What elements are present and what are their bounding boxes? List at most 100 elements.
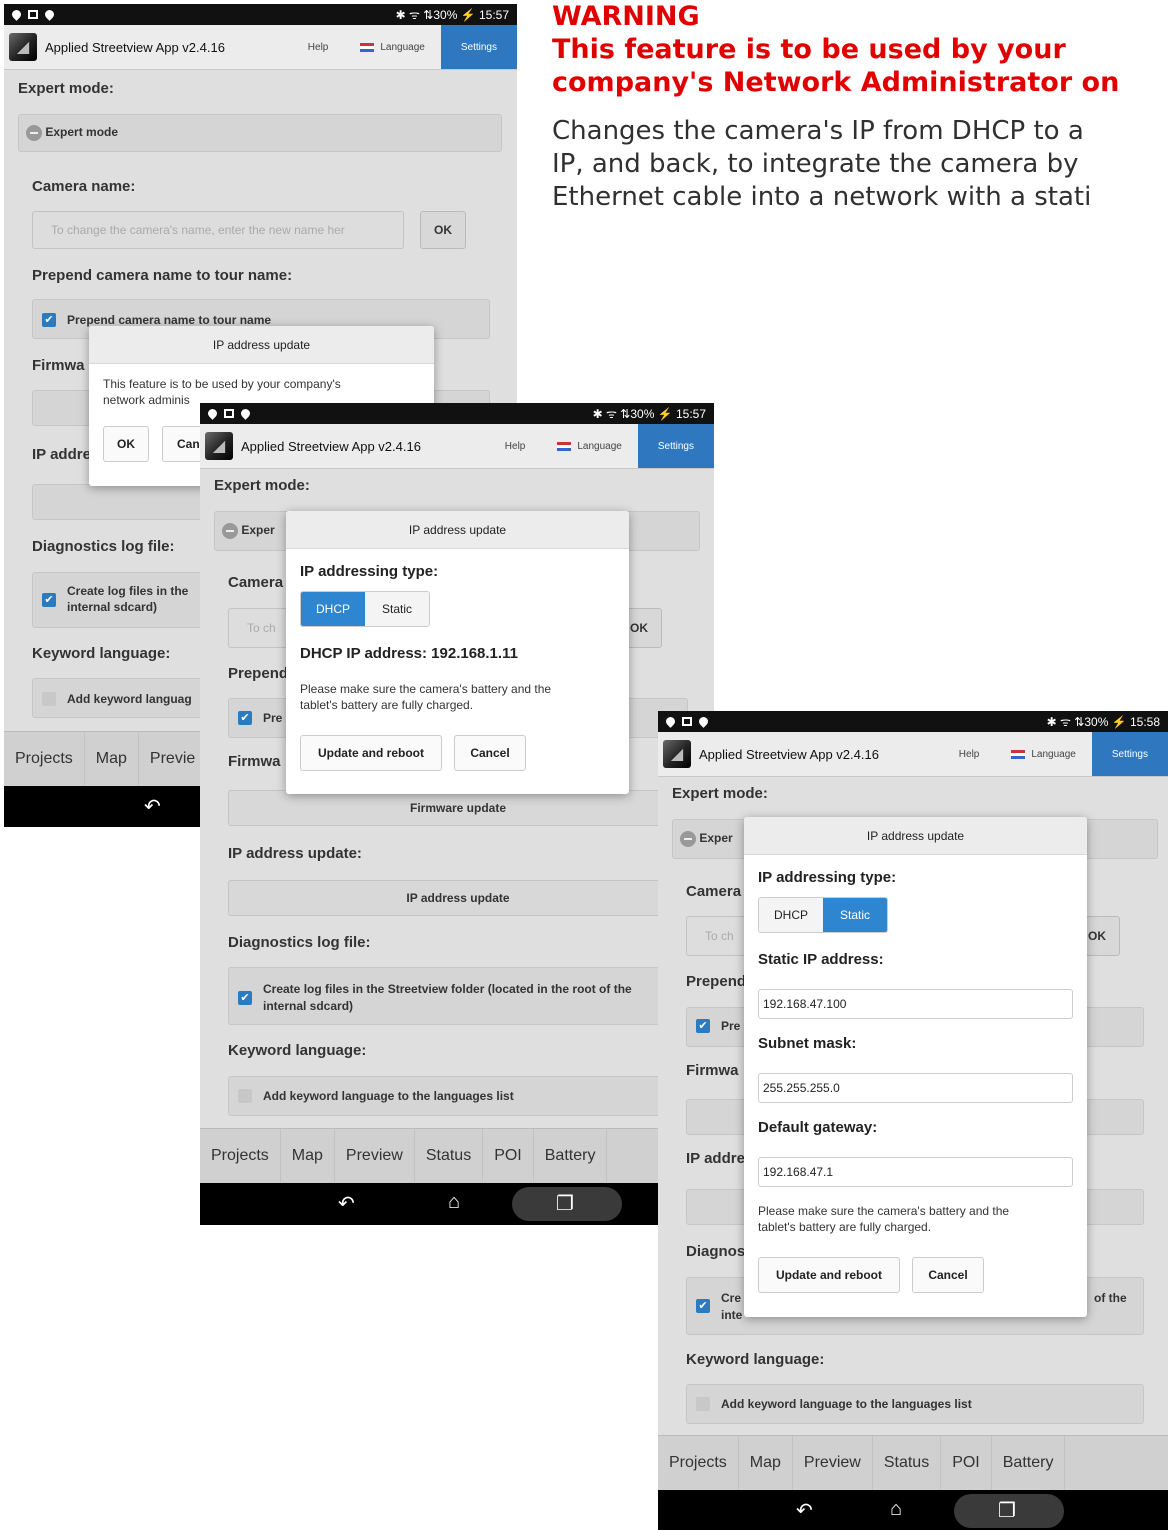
nav-preview[interactable]: Previe bbox=[139, 732, 208, 786]
recents-icon[interactable]: ❐ bbox=[998, 1498, 1016, 1523]
tab-language[interactable]: Language bbox=[541, 424, 638, 468]
app-title: Applied Streetview App v2.4.16 bbox=[241, 438, 421, 454]
prepend-checkbox[interactable]: ✔ bbox=[42, 313, 56, 327]
expert-mode-toggle-label: Expert mode bbox=[45, 125, 119, 140]
prepend-checkbox[interactable]: ✔ bbox=[238, 711, 252, 725]
nav-battery[interactable]: Battery bbox=[992, 1436, 1066, 1490]
dialog-note-2: tablet's battery are fully charged. bbox=[300, 698, 474, 712]
tab-language-label: Language bbox=[1031, 748, 1076, 760]
nav-status[interactable]: Status bbox=[415, 1129, 484, 1183]
nav-status[interactable]: Status bbox=[873, 1436, 942, 1490]
dialog-cancel-button[interactable]: Cancel bbox=[454, 735, 526, 771]
prepend-heading: Prepend bbox=[228, 665, 289, 682]
subnet-mask-label: Subnet mask: bbox=[758, 1035, 857, 1052]
back-icon[interactable]: ↶ bbox=[338, 1191, 355, 1216]
diagnostics-checkbox[interactable]: ✔ bbox=[42, 593, 56, 607]
tab-help[interactable]: Help bbox=[292, 25, 345, 69]
nav-projects[interactable]: Projects bbox=[4, 732, 85, 786]
diagnostics-checkbox-label-1: Cre bbox=[721, 1291, 742, 1305]
warning-line-2: company's Network Administrator on bbox=[552, 67, 1120, 98]
nav-map[interactable]: Map bbox=[281, 1129, 335, 1183]
keyword-checkbox[interactable] bbox=[42, 692, 56, 706]
tab-settings[interactable]: Settings bbox=[637, 424, 714, 468]
app-title: Applied Streetview App v2.4.16 bbox=[45, 39, 225, 55]
prepend-heading: Prepend bbox=[686, 973, 747, 990]
location-icon bbox=[10, 8, 23, 21]
keyword-checkbox[interactable] bbox=[238, 1089, 252, 1103]
ip-update-button[interactable]: IP address update bbox=[228, 880, 688, 916]
dialog-title: IP address update bbox=[89, 326, 434, 364]
ip-type-toggle: DHCP Static bbox=[300, 591, 430, 627]
back-icon[interactable]: ↶ bbox=[796, 1498, 813, 1523]
warning-text-block: WARNING This feature is to be used by yo… bbox=[552, 0, 1168, 214]
nav-preview[interactable]: Preview bbox=[793, 1436, 873, 1490]
back-icon[interactable]: ↶ bbox=[144, 794, 161, 819]
firmware-heading: Firmwa bbox=[228, 753, 281, 770]
diagnostics-checkbox[interactable]: ✔ bbox=[696, 1299, 710, 1313]
diagnostics-checkbox[interactable]: ✔ bbox=[238, 991, 252, 1005]
static-ip-label: Static IP address: bbox=[758, 951, 884, 968]
diagnostics-checkbox-label-1: Create log files in the Streetview folde… bbox=[263, 982, 632, 996]
home-icon[interactable]: ⌂ bbox=[448, 1191, 460, 1214]
prepend-checkbox-label: Pre bbox=[721, 1019, 741, 1033]
status-right: ✱ ᯤ ⇅30% ⚡ 15:57 bbox=[395, 8, 509, 22]
expert-mode-toggle[interactable]: Expert mode bbox=[26, 125, 118, 141]
prepend-checkbox[interactable]: ✔ bbox=[696, 1019, 710, 1033]
tab-settings[interactable]: Settings bbox=[440, 25, 517, 69]
subnet-mask-input[interactable]: 255.255.255.0 bbox=[758, 1073, 1073, 1103]
gallery-icon bbox=[682, 717, 692, 726]
static-option[interactable]: Static bbox=[823, 898, 887, 932]
diagnostics-checkbox-label-right: of the bbox=[1094, 1291, 1127, 1305]
notification-icon bbox=[43, 8, 56, 21]
dialog-title: IP address update bbox=[744, 817, 1087, 855]
ip-type-label: IP addressing type: bbox=[300, 563, 439, 580]
collapse-icon bbox=[222, 523, 238, 539]
nav-projects[interactable]: Projects bbox=[658, 1436, 739, 1490]
nav-preview[interactable]: Preview bbox=[335, 1129, 415, 1183]
dhcp-option[interactable]: DHCP bbox=[759, 898, 823, 932]
warning-body-line-3: Ethernet cable into a network with a sta… bbox=[552, 182, 1092, 212]
bottom-nav: Projects Map Preview Status POI Battery bbox=[658, 1435, 1168, 1490]
tab-help[interactable]: Help bbox=[489, 424, 542, 468]
dialog-ok-button[interactable]: OK bbox=[103, 426, 149, 462]
expert-mode-heading: Expert mode: bbox=[672, 785, 768, 802]
tab-language[interactable]: Language bbox=[995, 732, 1092, 776]
home-icon[interactable]: ⌂ bbox=[890, 1498, 902, 1521]
tab-language[interactable]: Language bbox=[344, 25, 441, 69]
tab-help[interactable]: Help bbox=[943, 732, 996, 776]
dhcp-ip-address: DHCP IP address: 192.168.1.11 bbox=[300, 645, 518, 662]
gallery-icon bbox=[224, 409, 234, 418]
gallery-icon bbox=[28, 10, 38, 19]
default-gateway-input[interactable]: 192.168.47.1 bbox=[758, 1157, 1073, 1187]
firmware-update-button[interactable]: Firmware update bbox=[228, 790, 688, 826]
collapse-icon bbox=[26, 125, 42, 141]
nav-map[interactable]: Map bbox=[739, 1436, 793, 1490]
dhcp-option[interactable]: DHCP bbox=[301, 592, 365, 626]
prepend-checkbox-label: Prepend camera name to tour name bbox=[67, 313, 272, 327]
keyword-checkbox-label: Add keyword languag bbox=[67, 692, 192, 706]
nav-projects[interactable]: Projects bbox=[200, 1129, 281, 1183]
collapse-icon bbox=[680, 831, 696, 847]
location-icon bbox=[206, 407, 219, 420]
nav-battery[interactable]: Battery bbox=[534, 1129, 608, 1183]
keyword-heading: Keyword language: bbox=[686, 1351, 825, 1368]
prepend-heading: Prepend camera name to tour name: bbox=[32, 267, 293, 284]
static-option[interactable]: Static bbox=[365, 592, 429, 626]
nav-map[interactable]: Map bbox=[85, 732, 139, 786]
update-reboot-button[interactable]: Update and reboot bbox=[758, 1257, 900, 1293]
app-title: Applied Streetview App v2.4.16 bbox=[699, 746, 879, 762]
static-ip-input[interactable]: 192.168.47.100 bbox=[758, 989, 1073, 1019]
dialog-cancel-button[interactable]: Cancel bbox=[912, 1257, 984, 1293]
recents-icon[interactable]: ❐ bbox=[556, 1191, 574, 1216]
expert-mode-toggle[interactable]: Exper bbox=[680, 831, 733, 847]
nav-poi[interactable]: POI bbox=[941, 1436, 992, 1490]
dialog-note-2: tablet's battery are fully charged. bbox=[758, 1220, 932, 1234]
tab-settings[interactable]: Settings bbox=[1091, 732, 1168, 776]
keyword-checkbox[interactable] bbox=[696, 1397, 710, 1411]
nav-poi[interactable]: POI bbox=[483, 1129, 534, 1183]
update-reboot-button[interactable]: Update and reboot bbox=[300, 735, 442, 771]
camera-name-input[interactable]: To change the camera's name, enter the n… bbox=[32, 211, 404, 249]
expert-mode-toggle[interactable]: Exper bbox=[222, 523, 275, 539]
warning-body-line-2: IP, and back, to integrate the camera by bbox=[552, 149, 1079, 179]
camera-name-ok-button[interactable]: OK bbox=[420, 211, 466, 249]
